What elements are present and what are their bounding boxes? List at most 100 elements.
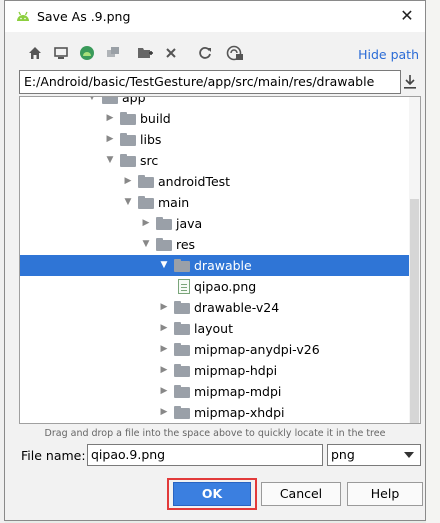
folder-icon (174, 259, 190, 272)
folder-icon (138, 196, 154, 209)
expand-arrow-right-icon[interactable]: ▶ (158, 318, 170, 339)
project-button[interactable] (77, 43, 97, 63)
home-button[interactable] (25, 43, 45, 63)
folder-icon (156, 217, 172, 230)
tree-item-label: androidTest (158, 174, 231, 189)
save-as-dialog: Save As .9.png ✕ Hide path E:/Android/ba… (4, 0, 426, 521)
ok-button[interactable]: OK (173, 482, 251, 506)
path-input[interactable]: E:/Android/basic/TestGesture/app/src/mai… (19, 70, 401, 94)
tree-row[interactable]: ▼ app (20, 96, 409, 108)
tree-item-label: res (176, 237, 196, 252)
file-icon (178, 279, 190, 294)
file-type-select[interactable]: png (327, 444, 421, 466)
desktop-button[interactable] (51, 43, 71, 63)
tree-row[interactable]: ▶ java (20, 213, 409, 234)
tree-row[interactable]: ▶ mipmap-mdpi (20, 381, 409, 402)
drag-drop-hint: Drag and drop a file into the space abov… (44, 428, 386, 439)
new-folder-icon (138, 48, 153, 58)
tree-item-label: mipmap-anydpi-v26 (194, 342, 320, 357)
expand-arrow-right-icon[interactable]: ▶ (158, 297, 170, 318)
tree-row[interactable]: ▶ mipmap-anydpi-v26 (20, 339, 409, 360)
tree-item-label: main (158, 195, 190, 210)
expand-arrow-right-icon[interactable]: ▶ (158, 402, 170, 423)
refresh-button[interactable] (195, 43, 215, 63)
tree-scrollbar[interactable] (409, 97, 420, 423)
folder-icon (174, 385, 190, 398)
folder-icon (120, 112, 136, 125)
tree-row[interactable]: ▼ main (20, 192, 409, 213)
home-icon (29, 47, 41, 59)
expand-arrow-right-icon[interactable]: ▶ (158, 381, 170, 402)
tree-item-label: layout (194, 321, 234, 336)
folder-icon (138, 175, 154, 188)
tree-row[interactable]: ▼ src (20, 150, 409, 171)
tree-row[interactable]: ▶ androidTest (20, 171, 409, 192)
tree-item-label: src (140, 153, 159, 168)
new-folder-button[interactable] (135, 43, 155, 63)
tree-item-label: drawable (194, 258, 252, 273)
tree-scrollbar-thumb[interactable] (410, 199, 419, 423)
file-tree[interactable]: ▼ app ▶ build ▶ libs ▼ src ▶ androidTest ▼ main ▶ jav… (19, 96, 421, 424)
toolbar: Hide path (5, 39, 425, 67)
tree-row[interactable]: ▼ drawable (20, 255, 409, 276)
close-button[interactable]: ✕ (395, 5, 419, 27)
tree-row[interactable]: ▶ build (20, 108, 409, 129)
folder-icon (174, 406, 190, 419)
expand-arrow-right-icon[interactable]: ▶ (158, 360, 170, 381)
expand-arrow-right-icon[interactable]: ▶ (122, 171, 134, 192)
expand-arrow-down-icon[interactable]: ▼ (86, 97, 98, 108)
tree-row[interactable]: ▶ drawable-v24 (20, 297, 409, 318)
tree-item-label: mipmap-mdpi (194, 384, 282, 399)
background-editor-strip (426, 0, 440, 523)
chevron-down-icon (404, 452, 414, 458)
folder-icon (174, 301, 190, 314)
folder-icon (174, 364, 190, 377)
title-bar: Save As .9.png ✕ (5, 1, 425, 32)
tree-item-label: app (122, 96, 146, 105)
expand-arrow-down-icon[interactable]: ▼ (158, 255, 170, 276)
module-button[interactable] (103, 43, 123, 63)
expand-arrow-right-icon[interactable]: ▶ (158, 339, 170, 360)
expand-arrow-right-icon[interactable]: ▶ (104, 129, 116, 150)
file-name-input[interactable]: qipao.9.png (87, 444, 323, 466)
folder-icon (174, 343, 190, 356)
tree-item-label: java (176, 216, 203, 231)
tree-row[interactable]: ▶ mipmap-xhdpi (20, 402, 409, 423)
hide-path-link[interactable]: Hide path (358, 47, 419, 62)
expand-arrow-right-icon[interactable]: ▶ (104, 108, 116, 129)
tree-row[interactable]: ▼ res (20, 234, 409, 255)
download-button[interactable] (401, 73, 419, 91)
cancel-button[interactable]: Cancel (261, 482, 341, 506)
expand-arrow-down-icon[interactable]: ▼ (122, 192, 134, 213)
tree-row[interactable]: ▶ mipmap-hdpi (20, 360, 409, 381)
tree-row[interactable]: ▶ layout (20, 318, 409, 339)
expand-arrow-down-icon[interactable]: ▼ (104, 150, 116, 171)
hidden-files-icon (226, 45, 243, 61)
folder-icon (120, 133, 136, 146)
file-type-value: png (331, 447, 355, 462)
tree-item-label: libs (140, 132, 162, 147)
close-icon: ✕ (400, 6, 414, 25)
help-button[interactable]: Help (347, 482, 423, 506)
expand-arrow-down-icon[interactable]: ▼ (140, 234, 152, 255)
folder-icon (174, 322, 190, 335)
tree-item-label: qipao.png (194, 279, 257, 294)
expand-arrow-right-icon[interactable]: ▶ (140, 213, 152, 234)
tree-item-label: mipmap-hdpi (194, 363, 278, 378)
tree-row[interactable]: ▶ libs (20, 129, 409, 150)
tree-item-label: drawable-v24 (194, 300, 280, 315)
folder-icon (102, 97, 118, 104)
window-title: Save As .9.png (37, 9, 131, 24)
tree-item-label: mipmap-xhdpi (194, 405, 285, 420)
desktop-icon (54, 47, 68, 59)
tree-row[interactable]: qipao.png (20, 276, 409, 297)
module-icon (107, 47, 119, 57)
download-icon (404, 75, 416, 89)
delete-button[interactable] (161, 43, 181, 63)
folder-icon (120, 154, 136, 167)
delete-icon (166, 48, 176, 58)
show-hidden-button[interactable] (225, 43, 245, 63)
android-icon (17, 11, 29, 21)
folder-icon (156, 238, 172, 251)
tree-item-label: build (140, 111, 171, 126)
